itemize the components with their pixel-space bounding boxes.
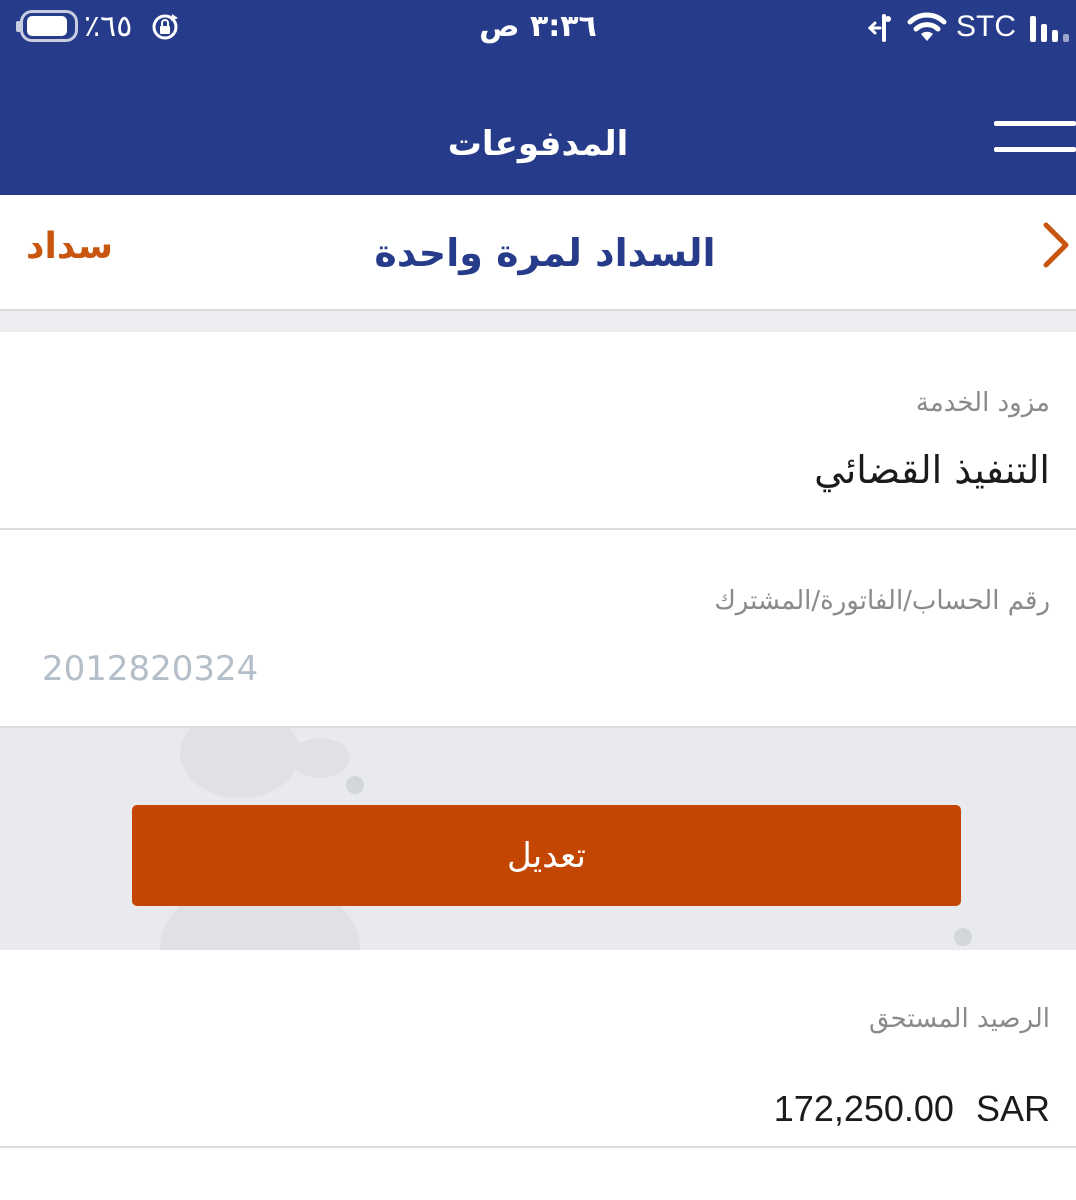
- page-background: [0, 1148, 1076, 1200]
- app-screen: ٪٦٥ ٣:٣٦ ص STC المدفوعات سداد السداد لمر…: [0, 0, 1076, 1200]
- chevron-right-icon[interactable]: [1036, 219, 1076, 271]
- edit-button[interactable]: تعديل: [132, 805, 961, 906]
- wifi-icon: [907, 12, 947, 41]
- battery-icon: [16, 10, 82, 44]
- sub-header: سداد السداد لمرة واحدة: [0, 195, 1076, 311]
- action-area: تعديل: [0, 728, 1076, 950]
- due-balance-label: الرصيد المستحق: [868, 1004, 1050, 1034]
- clock-time: ٣:٣٦ ص: [479, 9, 597, 44]
- account-number-input[interactable]: [42, 642, 542, 696]
- balance-amount: 172,250.00: [773, 1088, 954, 1129]
- hamburger-menu-icon[interactable]: [994, 118, 1076, 158]
- app-header: المدفوعات: [0, 56, 1076, 195]
- battery-percent: ٪٦٥: [84, 9, 133, 44]
- call-forward-icon: [867, 14, 891, 42]
- due-balance-value: 172,250.00 SAR: [774, 1086, 1050, 1132]
- service-provider-value: التنفيذ القضائي: [814, 448, 1050, 492]
- rotation-lock-icon: [152, 14, 178, 40]
- account-number-label: رقم الحساب/الفاتورة/المشترك: [714, 586, 1050, 616]
- section-title: السداد لمرة واحدة: [374, 231, 716, 275]
- status-bar: ٪٦٥ ٣:٣٦ ص STC: [0, 0, 1076, 56]
- account-number-field: رقم الحساب/الفاتورة/المشترك: [0, 530, 1076, 728]
- carrier-name: STC: [956, 10, 1016, 43]
- page-title: المدفوعات: [447, 124, 629, 164]
- divider-strip: [0, 311, 1076, 332]
- sadad-logo: سداد: [26, 226, 114, 267]
- due-balance-field: الرصيد المستحق 172,250.00 SAR: [0, 950, 1076, 1148]
- service-provider-field: مزود الخدمة التنفيذ القضائي: [0, 332, 1076, 530]
- signal-icon: [1030, 16, 1069, 42]
- service-provider-label: مزود الخدمة: [915, 388, 1050, 418]
- balance-currency: SAR: [975, 1088, 1050, 1129]
